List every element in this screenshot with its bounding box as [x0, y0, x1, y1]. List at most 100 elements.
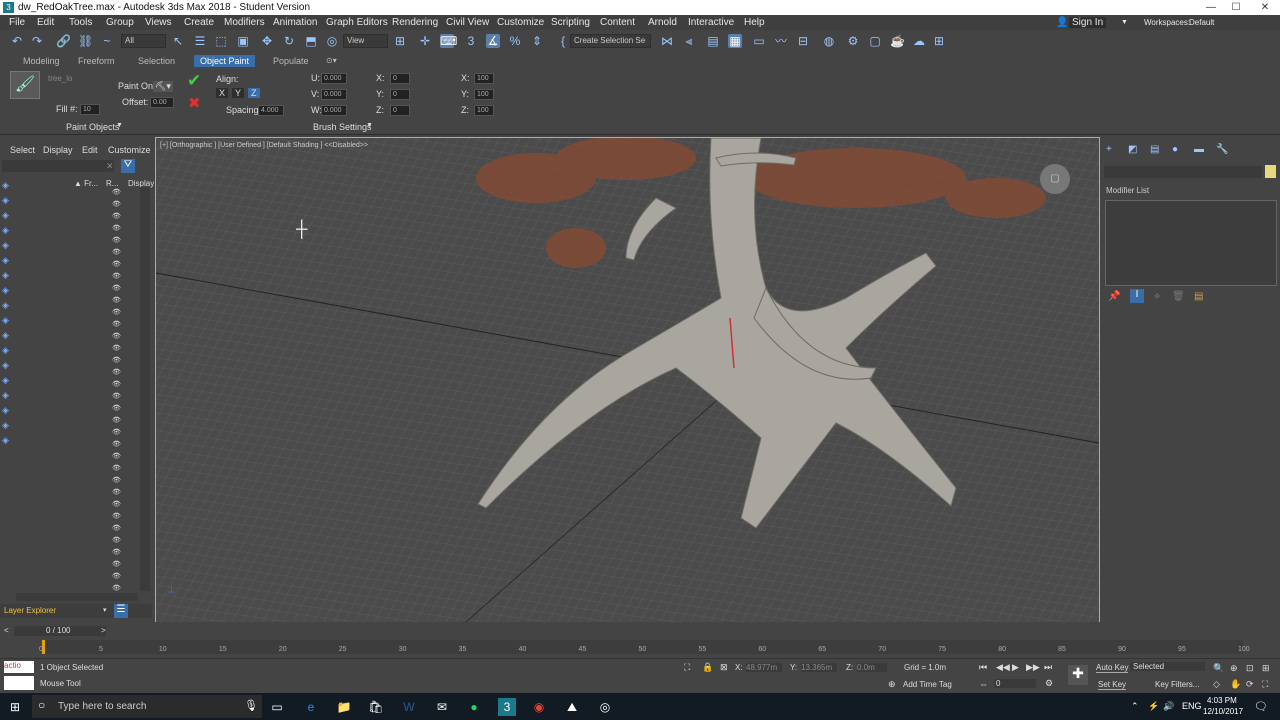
layer-visibility-icon[interactable]: 👁 [112, 284, 121, 292]
layer-visibility-icon[interactable]: 👁 [112, 188, 121, 196]
tab-selection[interactable]: Selection [138, 56, 175, 66]
set-keys-icon[interactable]: ✚ [1068, 665, 1088, 685]
selection-filter-dropdown[interactable]: All [121, 34, 166, 48]
layer-visibility-icon[interactable]: 👁 [112, 308, 121, 316]
display-filter-icon[interactable]: ◈ [2, 345, 9, 356]
display-filter-icon[interactable]: ◈ [2, 255, 9, 266]
time-tag-icon[interactable]: ⊕ [888, 679, 896, 690]
display-filter-icon[interactable]: ◈ [2, 360, 9, 371]
menu-create[interactable]: Create [184, 17, 214, 28]
layer-explorer-dropdown-icon[interactable]: ▾ [103, 606, 107, 614]
brush-settings-expand-icon[interactable]: ▼ [366, 122, 373, 129]
menu-customize[interactable]: Customize [497, 17, 544, 28]
layer-visibility-icon[interactable]: 👁 [112, 392, 121, 400]
isolate-selection-icon[interactable]: ⛶ [684, 662, 690, 673]
layer-visibility-icon[interactable]: 👁 [112, 560, 121, 568]
action-center-icon[interactable]: 🗨 [1254, 700, 1268, 713]
bind-spacewarp-icon[interactable]: ~ [100, 34, 114, 48]
menu-help[interactable]: Help [744, 17, 765, 28]
layer-explorer-label[interactable]: Layer Explorer [4, 606, 56, 615]
display-filter-icon[interactable]: ◈ [2, 285, 9, 296]
hierarchy-tab-icon[interactable]: ▤ [1150, 144, 1159, 155]
display-filter-icon[interactable]: ◈ [2, 240, 9, 251]
snaps-toggle-icon[interactable]: 3 [464, 34, 478, 48]
layer-visibility-icon[interactable]: 👁 [112, 380, 121, 388]
maxscript-input[interactable] [4, 676, 34, 690]
go-to-end-icon[interactable]: ⏭ [1044, 662, 1052, 673]
photos-icon[interactable]: ⛰ [563, 698, 581, 716]
scale-icon[interactable]: ⬒ [304, 34, 318, 48]
tray-language[interactable]: ENG [1182, 701, 1202, 711]
scene-horizontal-scrollbar[interactable] [16, 593, 138, 601]
layer-visibility-icon[interactable]: 👁 [112, 584, 121, 592]
pan-icon[interactable]: ✋ [1230, 679, 1241, 690]
undo-icon[interactable]: ↶ [10, 34, 24, 48]
edit-named-selection-icon[interactable]: { [556, 34, 570, 48]
file-explorer-icon[interactable]: 📁 [335, 698, 353, 716]
mirror-icon[interactable]: ⋈ [660, 34, 674, 48]
paint-objects-panel-label[interactable]: Paint Objects [66, 122, 120, 132]
menu-modifiers[interactable]: Modifiers [224, 17, 265, 28]
display-filter-icon[interactable]: ◈ [2, 225, 9, 236]
word-icon[interactable]: W [400, 698, 418, 716]
maximize-button[interactable]: ☐ [1225, 0, 1247, 15]
layer-visibility-icon[interactable]: 👁 [112, 476, 121, 484]
spotify-icon[interactable]: ● [465, 698, 483, 716]
orbit-icon[interactable]: ⟳ [1246, 679, 1254, 690]
time-configuration-icon[interactable]: ⚙ [1045, 678, 1053, 689]
menu-group[interactable]: Group [106, 17, 134, 28]
scene-menu-edit[interactable]: Edit [82, 145, 98, 155]
brush-settings-panel-label[interactable]: Brush Settings [313, 122, 372, 132]
window-crossing-icon[interactable]: ▣ [236, 34, 250, 48]
layer-visibility-icon[interactable]: 👁 [112, 332, 121, 340]
user-icon[interactable]: 👤 [1056, 17, 1068, 28]
align-y-button[interactable]: Y [232, 88, 245, 98]
display-filter-icon[interactable]: ◈ [2, 270, 9, 281]
minimize-button[interactable]: — [1200, 0, 1222, 15]
toggle-layer-explorer-icon[interactable]: ▦ [728, 34, 742, 48]
layer-visibility-icon[interactable]: 👁 [112, 356, 121, 364]
scene-scrollbar[interactable] [140, 187, 150, 591]
set-key-button[interactable]: Set Key [1098, 680, 1127, 690]
display-filter-icon[interactable]: ◈ [2, 390, 9, 401]
clear-search-icon[interactable]: ✕ [106, 161, 114, 172]
show-end-result-icon[interactable]: I [1130, 289, 1144, 303]
align-x-button[interactable]: X [216, 88, 229, 98]
remove-modifier-icon[interactable]: 🗑 [1172, 291, 1185, 302]
tray-time[interactable]: 4:03 PM [1207, 696, 1237, 705]
menu-rendering[interactable]: Rendering [392, 17, 438, 28]
select-object-icon[interactable]: ↖ [171, 34, 185, 48]
material-editor-icon[interactable]: ◍ [822, 34, 836, 48]
display-tab-icon[interactable]: ▬ [1194, 144, 1204, 155]
commit-checkmark-icon[interactable]: ✔ [187, 71, 201, 91]
field-of-view-icon[interactable]: ◇ [1213, 679, 1220, 690]
v-spinner[interactable]: 0.000 [321, 89, 347, 100]
key-mode-toggle-icon[interactable]: ⇔ [979, 679, 988, 689]
object-name-field[interactable] [1104, 166, 1262, 178]
modifier-stack[interactable] [1105, 200, 1277, 286]
rotate-y-spinner[interactable]: 0 [390, 89, 410, 100]
ribbon-options-icon[interactable]: ⊙▾ [326, 56, 337, 65]
tab-object-paint[interactable]: Object Paint [194, 55, 256, 67]
layer-visibility-icon[interactable]: 👁 [112, 296, 121, 304]
tray-network-icon[interactable]: ⚡ [1148, 701, 1159, 712]
menu-arnold[interactable]: Arnold [648, 17, 677, 28]
select-by-name-icon[interactable]: ☰ [193, 34, 207, 48]
utilities-tab-icon[interactable]: 🔧 [1216, 144, 1228, 155]
column-frozen-header[interactable]: ▲ Fr... [74, 179, 98, 188]
layer-visibility-icon[interactable]: 👁 [112, 524, 121, 532]
scale-y-spinner[interactable]: 100 [474, 89, 494, 100]
prev-frame-icon[interactable]: < [4, 626, 9, 635]
taskbar-search-placeholder[interactable]: Type here to search [58, 701, 146, 712]
reference-coord-dropdown[interactable]: View [343, 34, 388, 48]
perspective-viewport[interactable]: [+] [Orthographic ] [User Defined ] [Def… [155, 137, 1100, 623]
layer-explorer-icon[interactable]: ☰ [114, 604, 128, 618]
link-icon[interactable]: 🔗 [56, 34, 71, 48]
scene-search-field[interactable] [2, 160, 114, 172]
menu-civil-view[interactable]: Civil View [446, 17, 489, 28]
y-coord-field[interactable]: 13.365m [801, 663, 837, 672]
display-filter-icon[interactable]: ◈ [2, 435, 9, 446]
rect-selection-icon[interactable]: ⬚ [214, 34, 228, 48]
maxscript-listener[interactable]: actio [4, 661, 34, 673]
placement-icon[interactable]: ◎ [325, 34, 339, 48]
